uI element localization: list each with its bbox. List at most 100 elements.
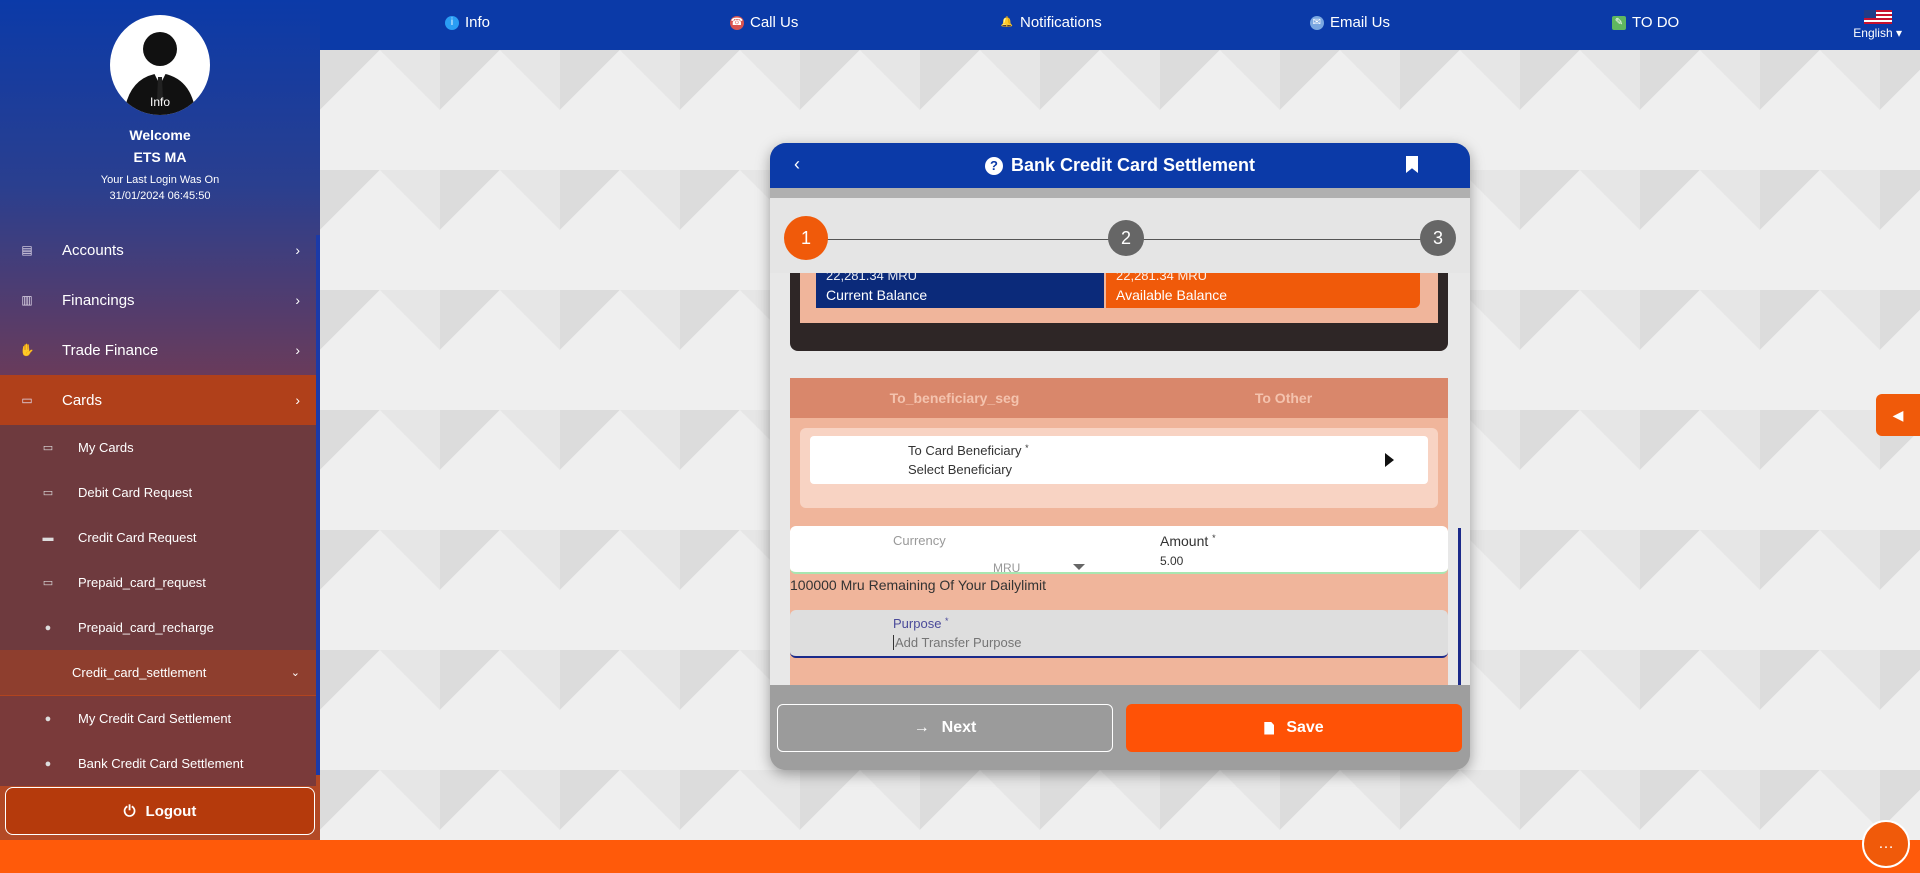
chat-icon: …: [1878, 835, 1894, 852]
next-button[interactable]: → Next: [777, 704, 1113, 752]
sidebar-subitem-label: My Credit Card Settlement: [78, 711, 232, 726]
last-login-time: 31/01/2024 06:45:50: [109, 190, 211, 202]
phone-icon: ☎: [730, 15, 744, 30]
amount-label: Amount *: [1160, 533, 1216, 549]
sidebar-subitem-my-credit-card-settlement[interactable]: ● My Credit Card Settlement: [0, 696, 316, 741]
header-divider: [770, 188, 1470, 198]
sidebar-subitem-credit-card-request[interactable]: ▬ Credit Card Request: [0, 515, 316, 560]
form-scrollbar[interactable]: [1458, 528, 1461, 685]
topbar-info[interactable]: i Info: [445, 14, 490, 31]
side-panel-toggle[interactable]: ◀: [1876, 394, 1920, 436]
chevron-right-icon: ›: [295, 292, 300, 308]
step-3[interactable]: 3: [1420, 220, 1456, 256]
logout-button[interactable]: ⏻ Logout: [5, 787, 315, 835]
chart-icon: ▥: [21, 293, 33, 307]
topbar-todo[interactable]: ✎ TO DO: [1612, 14, 1679, 31]
cards-icon: ▭: [21, 393, 33, 407]
current-balance-box: 22,281.34 MRU Current Balance: [816, 273, 1104, 308]
back-arrow-icon[interactable]: ‹: [794, 154, 800, 175]
currency-select[interactable]: MRU: [993, 561, 1020, 575]
bookmark-icon[interactable]: [1406, 156, 1418, 173]
amount-row: Currency MRU Amount * 5.00: [790, 526, 1448, 575]
sidebar-item-cards[interactable]: ▭ Cards ›: [0, 375, 316, 425]
handshake-icon: ✋: [19, 343, 35, 357]
beneficiary-label: To Card Beneficiary *: [908, 443, 1029, 458]
beneficiary-selector[interactable]: To Card Beneficiary * Select Beneficiary: [810, 436, 1428, 484]
purpose-row: Purpose *: [790, 610, 1448, 658]
help-icon[interactable]: ?: [984, 156, 1003, 175]
modal-title: ? Bank Credit Card Settlement: [984, 155, 1256, 176]
last-login: Your Last Login Was On 31/01/2024 06:45:…: [0, 172, 320, 204]
required-marker: *: [1025, 443, 1029, 453]
step-1[interactable]: 1: [784, 216, 828, 260]
save-label: Save: [1286, 719, 1324, 736]
purpose-input[interactable]: [893, 635, 1413, 650]
question-icon: ●: [44, 712, 52, 725]
beneficiary-card: To Card Beneficiary * Select Beneficiary: [800, 428, 1438, 508]
daily-limit-text: 100000 Mru Remaining Of Your Dailylimit: [790, 577, 1047, 593]
chat-button[interactable]: …: [1862, 820, 1910, 868]
caret-down-icon[interactable]: [1073, 564, 1085, 570]
sidebar-subitem-credit-card-settlement[interactable]: Credit_card_settlement ⌄: [0, 650, 316, 695]
transfer-form-panel: To_beneficiary_seg To Other To Card Bene…: [790, 378, 1448, 685]
topbar-todo-label: TO DO: [1632, 14, 1680, 31]
avatar[interactable]: Info: [110, 15, 210, 115]
logout-label: Logout: [145, 802, 197, 820]
next-label: Next: [941, 719, 977, 736]
topbar-notifications[interactable]: 🔔 Notifications: [1000, 14, 1102, 31]
sidebar-subitem-label: Bank Credit Card Settlement: [78, 756, 244, 771]
sidebar-item-accounts[interactable]: ▤ Accounts ›: [0, 225, 316, 275]
sidebar-item-financings[interactable]: ▥ Financings ›: [0, 275, 316, 325]
language-selector[interactable]: English ▾: [1853, 10, 1902, 40]
sidebar-item-label: Trade Finance: [62, 341, 159, 359]
card-icon: ▭: [42, 487, 54, 499]
bank-credit-card-settlement-modal: ‹ ? Bank Credit Card Settlement 1 2 3 22…: [770, 143, 1470, 770]
form-scroll-area[interactable]: 22,281.34 MRU Current Balance 22,281.34 …: [770, 273, 1470, 685]
chevron-right-icon: ›: [295, 392, 300, 408]
arrow-right-icon: →: [913, 719, 930, 736]
current-balance-label: Current Balance: [826, 287, 928, 303]
avatar-info-label: Info: [149, 95, 170, 109]
sidebar: Info Welcome ETS MA Your Last Login Was …: [0, 0, 320, 840]
us-flag-icon: [1863, 10, 1892, 24]
step-2[interactable]: 2: [1108, 220, 1144, 256]
topbar-email-us[interactable]: ✉ Email Us: [1310, 14, 1390, 31]
sidebar-subitem-label: Debit Card Request: [78, 485, 193, 500]
segment-to-other[interactable]: To Other: [1119, 378, 1448, 418]
caret-right-icon: [1385, 453, 1394, 467]
sidebar-subitem-prepaid-card-request[interactable]: ▭ Prepaid_card_request: [0, 560, 316, 605]
chevron-down-icon: ▾: [1895, 26, 1902, 40]
language-label: English: [1853, 26, 1893, 40]
credit-card-icon: ▬: [42, 531, 54, 544]
sidebar-subitem-bank-credit-card-settlement[interactable]: ● Bank Credit Card Settlement: [0, 741, 316, 786]
sidebar-item-trade-finance[interactable]: ✋ Trade Finance ›: [0, 325, 316, 375]
required-marker: *: [1212, 533, 1216, 543]
welcome-text: Welcome: [129, 127, 191, 143]
chevron-right-icon: ›: [295, 342, 300, 358]
modal-title-text: Bank Credit Card Settlement: [1010, 155, 1256, 175]
sidebar-item-label: Financings: [62, 291, 135, 309]
sidebar-subitem-debit-card-request[interactable]: ▭ Debit Card Request: [0, 470, 316, 515]
segment-to-beneficiary[interactable]: To_beneficiary_seg: [790, 378, 1119, 418]
sidebar-item-label: Accounts: [62, 241, 124, 259]
sidebar-scrollbar[interactable]: [316, 235, 320, 775]
save-button[interactable]: Save: [1126, 704, 1462, 752]
beneficiary-label-text: To Card Beneficiary: [908, 443, 1022, 458]
question-icon: ●: [44, 621, 52, 634]
accounts-icon: ▤: [21, 243, 33, 257]
topbar-call-us-label: Call Us: [750, 14, 799, 31]
sidebar-subitem-my-cards[interactable]: ▭ My Cards: [0, 425, 316, 470]
top-navbar: i Info ☎ Call Us 🔔 Notifications ✉ Email…: [320, 0, 1920, 50]
beneficiary-value: Select Beneficiary: [908, 462, 1013, 477]
sidebar-item-label: Cards: [62, 391, 103, 409]
currency-label: Currency: [893, 533, 946, 548]
sidebar-subitem-label: Credit_card_settlement: [72, 665, 207, 680]
sidebar-subitem-prepaid-card-recharge[interactable]: ● Prepaid_card_recharge: [0, 605, 316, 650]
card-icon: ▭: [42, 577, 54, 589]
segment-control: To_beneficiary_seg To Other: [790, 378, 1448, 418]
todo-icon: ✎: [1612, 15, 1626, 30]
amount-input[interactable]: 5.00: [1160, 554, 1183, 568]
topbar-call-us[interactable]: ☎ Call Us: [730, 14, 798, 31]
topbar-notifications-label: Notifications: [1020, 14, 1102, 31]
sidebar-subitem-label: Prepaid_card_request: [78, 575, 206, 590]
